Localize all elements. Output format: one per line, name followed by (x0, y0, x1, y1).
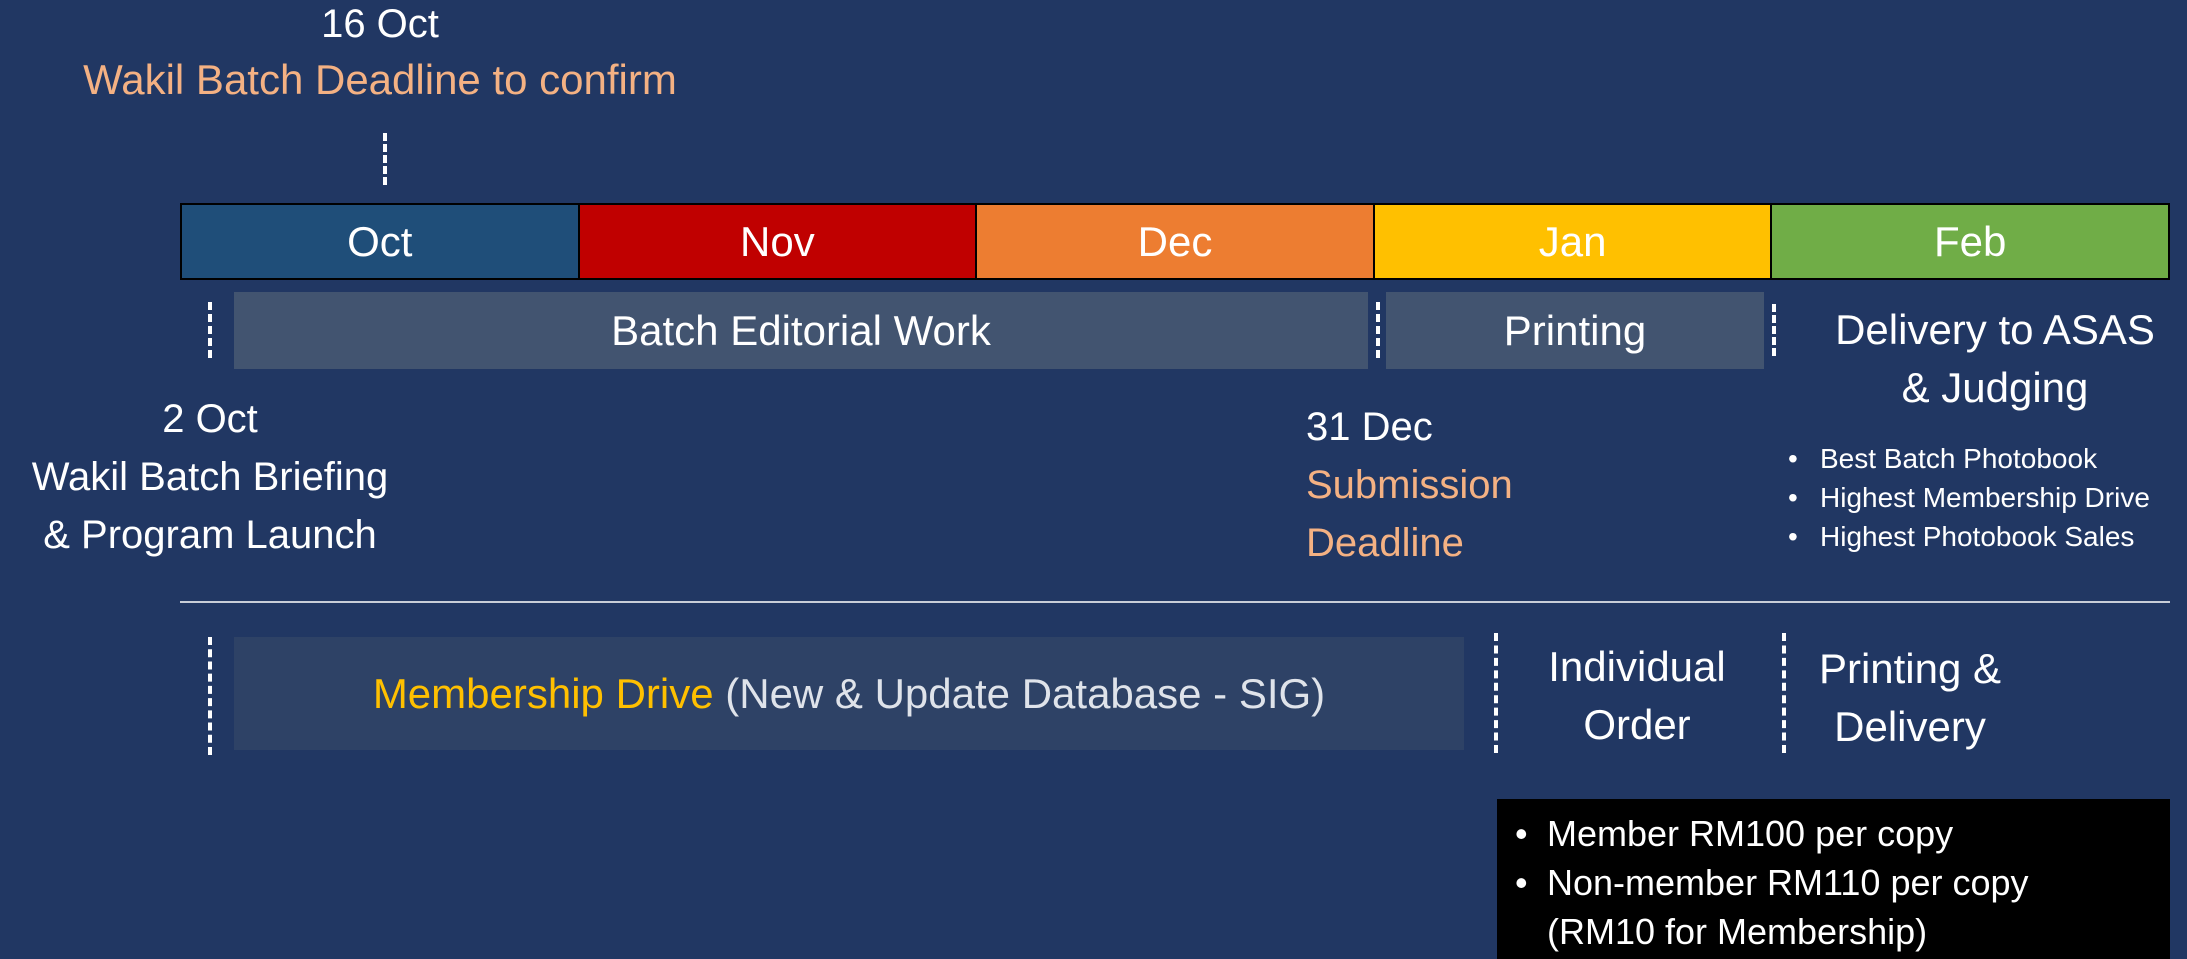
phase-printing: Printing (1386, 292, 1764, 369)
membership-drive-box: Membership Drive (New & Update Database … (234, 637, 1464, 750)
individual-order-line-2: Order (1583, 701, 1691, 748)
phase-dash-31-dec (1376, 302, 1380, 358)
award-highest-membership-drive: Highest Membership Drive (1784, 478, 2150, 517)
award-highest-photobook-sales: Highest Photobook Sales (1784, 517, 2150, 556)
lower-dash-start (208, 637, 212, 755)
lower-dash-printing-delivery (1782, 633, 1786, 753)
award-best-batch-photobook: Best Batch Photobook (1784, 439, 2150, 478)
pricing-non-member-line-1: Non-member RM110 per copy (1547, 862, 2029, 903)
awards-list: Best Batch Photobook Highest Membership … (1784, 439, 2150, 556)
delivery-line-1: Delivery to ASAS (1835, 306, 2155, 353)
pricing-member: Member RM100 per copy (1511, 809, 2150, 858)
briefing-line-2: & Program Launch (43, 513, 377, 557)
section-divider (180, 601, 2170, 603)
month-jan: Jan (1374, 205, 1773, 278)
pricing-non-member: Non-member RM110 per copy (RM10 for Memb… (1511, 858, 2150, 956)
month-bar: Oct Nov Dec Jan Feb (180, 203, 2170, 280)
month-dec: Dec (977, 205, 1375, 278)
membership-drive-details: (New & Update Database - SIG) (713, 669, 1326, 717)
phase-delivery-judging: Delivery to ASAS & Judging (1780, 301, 2187, 417)
pricing-non-member-line-2: (RM10 for Membership) (1547, 911, 1928, 952)
month-nov: Nov (579, 205, 978, 278)
phase-batch-editorial-work: Batch Editorial Work (234, 292, 1368, 369)
printing-delivery-line-1: Printing & (1818, 645, 2002, 692)
individual-order-block: Individual Order (1502, 638, 1772, 754)
printing-delivery-line-2: Delivery (1834, 703, 1986, 750)
milestone-briefing: 2 Oct Wakil Batch Briefing & Program Lau… (0, 390, 420, 564)
milestone-date-16-oct: 16 Oct (321, 2, 439, 46)
phase-dash-feb (1772, 304, 1776, 356)
milestone-submission: 31 Dec Submission Deadline (1306, 398, 1513, 572)
submission-date: 31 Dec (1306, 405, 1433, 449)
submission-line-1: Submission (1306, 463, 1513, 507)
individual-order-line-1: Individual (1548, 643, 1726, 690)
milestone-label-wakil-deadline: Wakil Batch Deadline to confirm (83, 56, 677, 103)
milestone-dash-16-oct (383, 133, 387, 185)
printing-delivery-block: Printing & Delivery (1790, 640, 2030, 756)
briefing-date: 2 Oct (162, 397, 258, 441)
lower-dash-individual-order (1494, 633, 1498, 753)
delivery-line-2: & Judging (1901, 364, 2089, 411)
pricing-list: Member RM100 per copy Non-member RM110 p… (1511, 809, 2150, 956)
membership-drive-highlight: Membership Drive (372, 669, 714, 717)
month-feb: Feb (1772, 205, 2168, 278)
month-oct: Oct (182, 205, 580, 278)
briefing-line-1: Wakil Batch Briefing (31, 455, 389, 499)
phase-dash-start (208, 302, 212, 358)
submission-line-2: Deadline (1306, 521, 1464, 565)
pricing-box: Member RM100 per copy Non-member RM110 p… (1497, 799, 2170, 959)
